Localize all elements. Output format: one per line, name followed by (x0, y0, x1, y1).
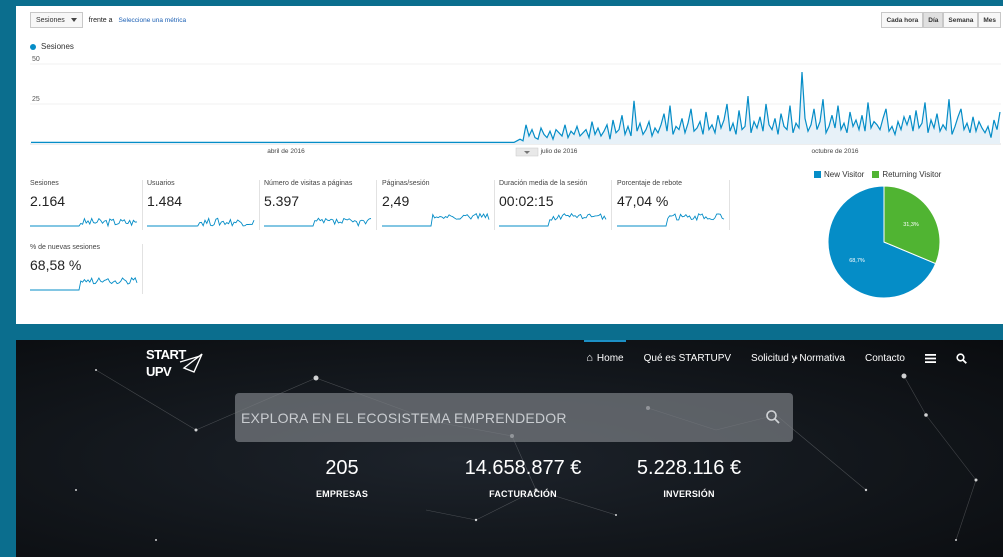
nav-item-label: Solicitud y Normativa (751, 352, 845, 364)
granularity-group: Cada hora Día Semana Mes (881, 12, 1001, 28)
nav-item-solicitud[interactable]: Solicitud y Normativa (751, 353, 845, 364)
pie-legend-label: New Visitor (824, 170, 865, 179)
metric-sparkline (499, 212, 607, 227)
svg-text:UPV: UPV (146, 364, 172, 379)
pie-slice-label: 68,7% (849, 258, 865, 264)
metric-value: 68,58 % (30, 257, 82, 273)
chevron-down-icon (70, 18, 77, 22)
metric-label: Usuarios (147, 180, 175, 187)
sparkline-path (499, 212, 607, 227)
metric-card-rebote[interactable]: Porcentaje de rebote 47,04 % (617, 180, 730, 230)
metric-select-label: Sesiones (36, 16, 65, 24)
nav-item-label: Contacto (864, 352, 905, 364)
stat-value: 5.228.116 € (636, 457, 742, 479)
legend-swatch-icon (814, 171, 821, 178)
metric-label: Páginas/sesión (382, 180, 430, 187)
metric-value: 2.164 (30, 193, 66, 209)
search-icon[interactable] (956, 352, 967, 364)
metric-label: Porcentaje de rebote (617, 180, 682, 187)
stat-label: INVERSIÓN (663, 489, 715, 499)
series-area (31, 72, 1000, 144)
nav-item-label: Home (596, 352, 624, 364)
site-nav: ⌂ Home Qué es STARTUPV Solicitud y Norma… (584, 340, 967, 364)
legend-dot-icon (30, 43, 36, 50)
nav-item-contacto[interactable]: Contacto (865, 353, 905, 364)
granularity-hour-button[interactable]: Cada hora (881, 12, 924, 28)
startupv-logo[interactable]: START UPV (144, 342, 206, 382)
sparkline-path (147, 217, 255, 227)
metric-label: % de nuevas sesiones (30, 244, 101, 251)
metric-value: 5.397 (264, 193, 300, 209)
x-tick-label: julio de 2016 (540, 148, 578, 155)
metric-sparkline (617, 213, 725, 227)
nav-item-home[interactable]: ⌂ Home (584, 340, 626, 364)
metric-card-paginas-sesion[interactable]: Páginas/sesión 2,49 (382, 180, 495, 230)
y-tick-label: 25 (32, 96, 40, 103)
pie-legend-item[interactable]: New Visitor (814, 170, 864, 179)
chart-legend: Sesiones (30, 42, 74, 51)
pie-legend-item[interactable]: Returning Visitor (872, 170, 941, 179)
y-tick-label: 50 (32, 56, 40, 63)
vs-label: frente a (88, 16, 113, 24)
metric-card-nuevas-sesiones[interactable]: % de nuevas sesiones 68,58 % (30, 244, 143, 294)
stat-label: FACTURACIÓN (489, 489, 557, 499)
granularity-week-button[interactable]: Semana (943, 12, 979, 28)
x-tick-label: abril de 2016 (267, 148, 305, 155)
menu-icon[interactable] (925, 353, 936, 363)
metric-sparkline (382, 212, 490, 227)
metric-label: Duración media de la sesión (499, 180, 588, 187)
select-metric-link[interactable]: Seleccione una métrica (119, 17, 187, 24)
legend-swatch-icon (872, 171, 880, 178)
stat-facturacion: 14.658.877 € FACTURACIÓN (448, 457, 598, 499)
search-placeholder: EXPLORA EN EL ECOSISTEMA EMPRENDEDOR (241, 409, 567, 426)
metric-label: Sesiones (30, 180, 59, 187)
x-tick-label: octubre de 2016 (812, 148, 859, 155)
search-icon[interactable] (765, 409, 781, 425)
metric-value: 47,04 % (617, 193, 669, 209)
stat-value: 14.658.877 € (464, 457, 582, 479)
sessions-trend-chart: 50 25 abril de 2016 julio de 2016 octubre de… (30, 56, 1001, 157)
granularity-day-button[interactable]: Día (923, 12, 944, 28)
sparkline-path (30, 217, 138, 228)
metric-select[interactable]: Sesiones (30, 12, 83, 28)
home-icon: ⌂ (586, 352, 593, 364)
metric-card-duracion-media[interactable]: Duración media de la sesión 00:02:15 (499, 180, 612, 230)
sparkline-path (264, 217, 372, 228)
visitor-type-pie-chart: 68,7% 31,3% (827, 185, 941, 299)
pie-legend-label: Returning Visitor (882, 170, 942, 179)
metric-value: 2,49 (382, 193, 410, 209)
sparkline-path (382, 212, 490, 227)
metric-value: 1.484 (147, 193, 183, 209)
legend-series-label: Sesiones (41, 42, 74, 51)
sparkline-path (617, 213, 725, 227)
metric-sparkline (264, 217, 372, 228)
metric-sparkline (30, 276, 138, 291)
nav-item-label: Qué es STARTUPV (643, 352, 732, 364)
stat-empresas: 205 EMPRESAS (302, 457, 382, 499)
ecosystem-search-input[interactable]: EXPLORA EN EL ECOSISTEMA EMPRENDEDOR (235, 393, 793, 442)
metric-card-usuarios[interactable]: Usuarios 1.484 (147, 180, 260, 230)
pie-slice-label: 31,3% (903, 222, 919, 228)
sparkline-path (30, 276, 138, 291)
metric-sparkline (147, 217, 255, 227)
svg-text:START: START (146, 347, 186, 362)
metric-value: 00:02:15 (499, 193, 554, 209)
metric-card-visitas-paginas[interactable]: Número de visitas a páginas 5.397 (264, 180, 377, 230)
analytics-panel: Sesiones frente a Seleccione una métrica… (16, 6, 1003, 324)
granularity-month-button[interactable]: Mes (978, 12, 1001, 28)
metric-card-sesiones[interactable]: Sesiones 2.164 (30, 180, 143, 230)
pie-legend: New Visitor Returning Visitor (814, 170, 941, 179)
metric-label: Número de visitas a páginas (264, 180, 353, 187)
stat-label: EMPRESAS (315, 489, 369, 499)
metric-sparkline (30, 217, 138, 228)
startupv-website: START UPV ⌂ Home Qué es STARTUPV Solicit… (16, 340, 1003, 557)
stat-value: 205 (325, 457, 359, 479)
nav-item-que-es[interactable]: Qué es STARTUPV (644, 353, 731, 364)
metric-toolbar: Sesiones frente a Seleccione una métrica (30, 12, 186, 28)
stat-inversion: 5.228.116 € INVERSIÓN (624, 457, 754, 499)
